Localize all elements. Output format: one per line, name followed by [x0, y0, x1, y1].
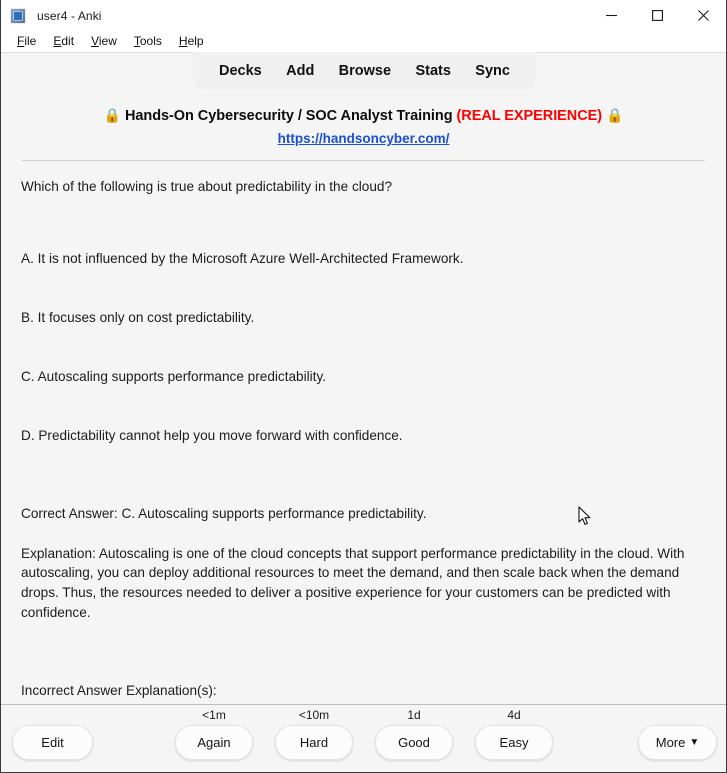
- menu-view-rest: iew: [98, 34, 117, 48]
- explanation-text: Explanation: Autoscaling is one of the c…: [21, 545, 689, 620]
- minimize-icon[interactable]: [588, 0, 634, 31]
- interval-again: <1m: [202, 708, 226, 722]
- answer-options: A. It is not influenced by the Microsoft…: [21, 210, 706, 484]
- good-button[interactable]: Good: [375, 725, 453, 760]
- close-icon[interactable]: [680, 0, 726, 31]
- more-button[interactable]: More ▼: [638, 725, 717, 760]
- toolbar-pill: Decks Add Browse Stats Sync: [193, 52, 536, 89]
- incorrect-heading: Incorrect Answer Explanation(s):: [21, 683, 217, 699]
- card-header: 🔒 Hands-On Cybersecurity / SOC Analyst T…: [21, 92, 706, 150]
- title-bar: user4 - Anki: [1, 0, 726, 31]
- hard-button[interactable]: Hard: [275, 725, 353, 760]
- more-label: More: [655, 735, 686, 750]
- answer-bar: <1m <10m 1d 4d Edit Again Hard Good Easy…: [1, 704, 726, 772]
- menu-file-rest: ile: [24, 34, 37, 48]
- deck-website-link[interactable]: https://handsoncyber.com/: [21, 129, 706, 150]
- lock-icon-left: 🔒: [103, 107, 121, 123]
- option-b: B. It focuses only on cost predictabilit…: [21, 309, 255, 325]
- toolbar-link-browse[interactable]: Browse: [335, 61, 395, 81]
- toolbar-link-stats[interactable]: Stats: [411, 61, 454, 81]
- menu-tools[interactable]: Tools: [126, 32, 170, 51]
- menu-edit[interactable]: Edit: [45, 32, 82, 51]
- interval-good: 1d: [407, 708, 421, 722]
- window-title: user4 - Anki: [37, 8, 102, 23]
- window-controls: [588, 0, 726, 31]
- chevron-down-icon: ▼: [689, 737, 700, 748]
- question-text: Which of the following is true about pre…: [21, 179, 393, 195]
- option-c: C. Autoscaling supports performance pred…: [21, 368, 327, 384]
- menu-edit-rest: dit: [61, 34, 75, 48]
- menu-help-mnemonic: H: [178, 34, 188, 48]
- deck-title-line: 🔒 Hands-On Cybersecurity / SOC Analyst T…: [21, 105, 706, 127]
- menu-help[interactable]: Help: [171, 32, 212, 51]
- interval-easy: 4d: [507, 708, 521, 722]
- header-divider: [22, 160, 705, 162]
- lock-icon-right: 🔒: [606, 107, 624, 123]
- anki-main-window: user4 - Anki File Edit View Tools Help D…: [0, 0, 727, 773]
- menu-tools-rest: ools: [139, 34, 162, 48]
- maximize-icon[interactable]: [634, 0, 680, 31]
- top-toolbar: Decks Add Browse Stats Sync: [1, 52, 726, 92]
- toolbar-link-add[interactable]: Add: [282, 61, 318, 81]
- card-content-area: 🔒 Hands-On Cybersecurity / SOC Analyst T…: [1, 92, 726, 704]
- anki-icon: [10, 7, 26, 24]
- menu-help-rest: elp: [187, 34, 204, 48]
- menu-view[interactable]: View: [83, 32, 125, 51]
- deck-title-text: Hands-On Cybersecurity / SOC Analyst Tra…: [124, 108, 453, 124]
- deck-badge-real-experience: (REAL EXPERIENCE): [456, 108, 603, 124]
- option-d: D. Predictability cannot help you move f…: [21, 427, 403, 443]
- again-button[interactable]: Again: [175, 725, 253, 760]
- incorrect-answer-section: Incorrect Answer Explanation(s): A is in…: [21, 642, 706, 704]
- interval-hard: <10m: [298, 708, 330, 722]
- menu-view-mnemonic: V: [91, 34, 99, 48]
- correct-answer-text: Correct Answer: C. Autoscaling supports …: [21, 506, 427, 522]
- menu-bar: File Edit View Tools Help: [1, 31, 726, 52]
- menu-file[interactable]: File: [9, 32, 44, 51]
- edit-button[interactable]: Edit: [12, 725, 93, 760]
- toolbar-link-decks[interactable]: Decks: [215, 61, 266, 81]
- toolbar-link-sync[interactable]: Sync: [471, 61, 514, 81]
- option-a: A. It is not influenced by the Microsoft…: [21, 251, 464, 267]
- easy-button[interactable]: Easy: [475, 725, 553, 760]
